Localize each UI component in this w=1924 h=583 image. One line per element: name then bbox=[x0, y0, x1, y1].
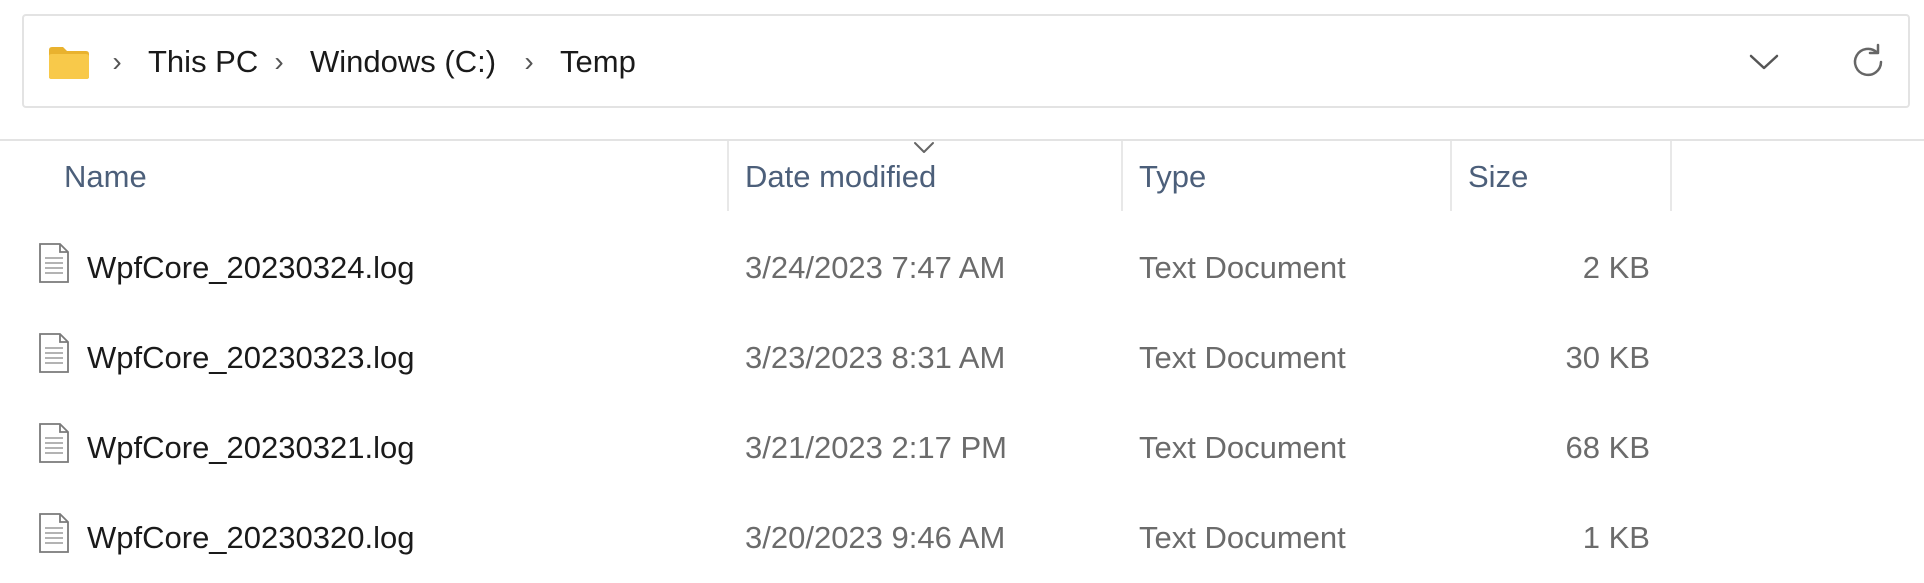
text-file-icon bbox=[38, 513, 70, 553]
file-size: 68 KB bbox=[1565, 430, 1650, 465]
file-date-modified: 3/20/2023 9:46 AM bbox=[745, 520, 1006, 555]
file-row[interactable]: WpfCore_20230324.log 3/24/2023 7:47 AM T… bbox=[0, 223, 1924, 313]
column-header-row: Name Date modified Type Size bbox=[0, 141, 1924, 211]
column-resize-handle[interactable] bbox=[1670, 141, 1672, 211]
refresh-button[interactable] bbox=[1842, 36, 1894, 88]
address-history-dropdown-button[interactable] bbox=[1740, 38, 1788, 86]
column-header-type[interactable]: Type bbox=[1123, 141, 1450, 211]
file-size: 2 KB bbox=[1582, 250, 1650, 285]
column-header-size[interactable]: Size bbox=[1452, 141, 1670, 211]
text-file-icon bbox=[38, 423, 70, 463]
file-row[interactable]: WpfCore_20230320.log 3/20/2023 9:46 AM T… bbox=[0, 493, 1924, 583]
column-header-name[interactable]: Name bbox=[48, 141, 725, 211]
breadcrumb-separator[interactable]: › bbox=[107, 42, 127, 82]
file-date-modified: 3/24/2023 7:47 AM bbox=[745, 250, 1006, 285]
file-type: Text Document bbox=[1139, 520, 1346, 555]
breadcrumb-separator[interactable]: › bbox=[269, 42, 289, 82]
file-name: WpfCore_20230323.log bbox=[87, 340, 415, 375]
column-header-date-modified[interactable]: Date modified bbox=[729, 141, 1121, 211]
address-bar[interactable]: › This PC › Windows (C:) › Temp bbox=[22, 14, 1910, 108]
text-file-icon bbox=[38, 243, 70, 283]
file-row[interactable]: WpfCore_20230321.log 3/21/2023 2:17 PM T… bbox=[0, 403, 1924, 493]
breadcrumb-this-pc[interactable]: This PC bbox=[148, 42, 258, 82]
file-list: WpfCore_20230324.log 3/24/2023 7:47 AM T… bbox=[0, 223, 1924, 583]
file-row[interactable]: WpfCore_20230323.log 3/23/2023 8:31 AM T… bbox=[0, 313, 1924, 403]
file-name: WpfCore_20230320.log bbox=[87, 520, 415, 555]
breadcrumb-windows-c[interactable]: Windows (C:) bbox=[310, 42, 496, 82]
file-size: 30 KB bbox=[1565, 340, 1650, 375]
chevron-down-icon bbox=[1749, 54, 1779, 70]
file-name: WpfCore_20230324.log bbox=[87, 250, 415, 285]
breadcrumb-separator[interactable]: › bbox=[519, 42, 539, 82]
refresh-icon bbox=[1853, 43, 1883, 77]
file-type: Text Document bbox=[1139, 430, 1346, 465]
file-name: WpfCore_20230321.log bbox=[87, 430, 415, 465]
file-type: Text Document bbox=[1139, 340, 1346, 375]
file-size: 1 KB bbox=[1582, 520, 1650, 555]
file-date-modified: 3/21/2023 2:17 PM bbox=[745, 430, 1007, 465]
breadcrumb-temp[interactable]: Temp bbox=[560, 42, 636, 82]
folder-icon bbox=[48, 46, 90, 80]
file-type: Text Document bbox=[1139, 250, 1346, 285]
file-date-modified: 3/23/2023 8:31 AM bbox=[745, 340, 1006, 375]
text-file-icon bbox=[38, 333, 70, 373]
